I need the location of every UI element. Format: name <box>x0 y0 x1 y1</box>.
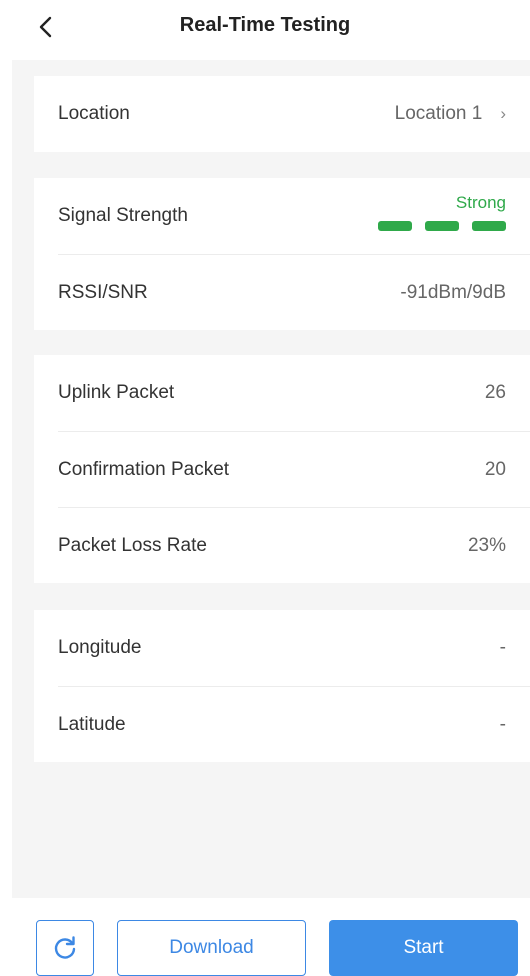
uplink-row: Uplink Packet 26 <box>58 355 530 431</box>
latitude-label: Latitude <box>58 713 126 735</box>
longitude-value: - <box>499 637 506 658</box>
loss-rate-label: Packet Loss Rate <box>58 534 207 556</box>
rssi-value: -91dBm/9dB <box>400 281 506 303</box>
latitude-row: Latitude - <box>58 686 530 762</box>
confirmation-row: Confirmation Packet 20 <box>58 431 530 507</box>
start-button[interactable]: Start <box>329 920 518 976</box>
action-bar: Download Start <box>0 898 530 976</box>
location-row[interactable]: Location Location 1 › <box>58 76 530 152</box>
page-title: Real-Time Testing <box>179 14 351 36</box>
location-value: Location 1 <box>394 103 483 124</box>
rssi-row: RSSI/SNR -91dBm/9dB <box>58 254 530 330</box>
loss-rate-value: 23% <box>467 534 506 556</box>
longitude-label: Longitude <box>58 637 142 658</box>
location-card: Location Location 1 › <box>34 76 530 152</box>
signal-strength-label: Signal Strength <box>58 205 188 226</box>
confirmation-label: Confirmation Packet <box>58 458 230 480</box>
location-label: Location <box>58 103 130 124</box>
gps-card: Longitude - Latitude - <box>34 610 530 762</box>
signal-bars <box>378 221 506 231</box>
signal-bar <box>425 221 459 231</box>
confirmation-value: 20 <box>484 458 506 480</box>
signal-bar <box>378 221 412 231</box>
loss-rate-row: Packet Loss Rate 23% <box>58 507 530 583</box>
signal-strength-row: Signal Strength Strong <box>58 178 530 254</box>
content-area: Location Location 1 › Signal Strength St… <box>12 60 530 898</box>
uplink-label: Uplink Packet <box>58 382 175 403</box>
refresh-button[interactable] <box>36 920 94 976</box>
signal-status: Strong <box>455 193 506 212</box>
rssi-label: RSSI/SNR <box>58 281 148 303</box>
signal-indicator: Strong <box>378 193 506 231</box>
longitude-row: Longitude - <box>58 610 530 686</box>
uplink-value: 26 <box>484 382 506 403</box>
download-button[interactable]: Download <box>117 920 306 976</box>
location-value-group: Location 1 › <box>395 103 506 125</box>
latitude-value: - <box>499 713 506 735</box>
header-bar: Real-Time Testing <box>0 0 530 60</box>
signal-card: Signal Strength Strong RSSI/SNR -91dBm/9… <box>34 178 530 330</box>
chevron-right-icon: › <box>500 104 506 123</box>
packet-card: Uplink Packet 26 Confirmation Packet 20 … <box>34 355 530 583</box>
signal-bar <box>472 221 506 231</box>
refresh-icon <box>54 936 76 959</box>
